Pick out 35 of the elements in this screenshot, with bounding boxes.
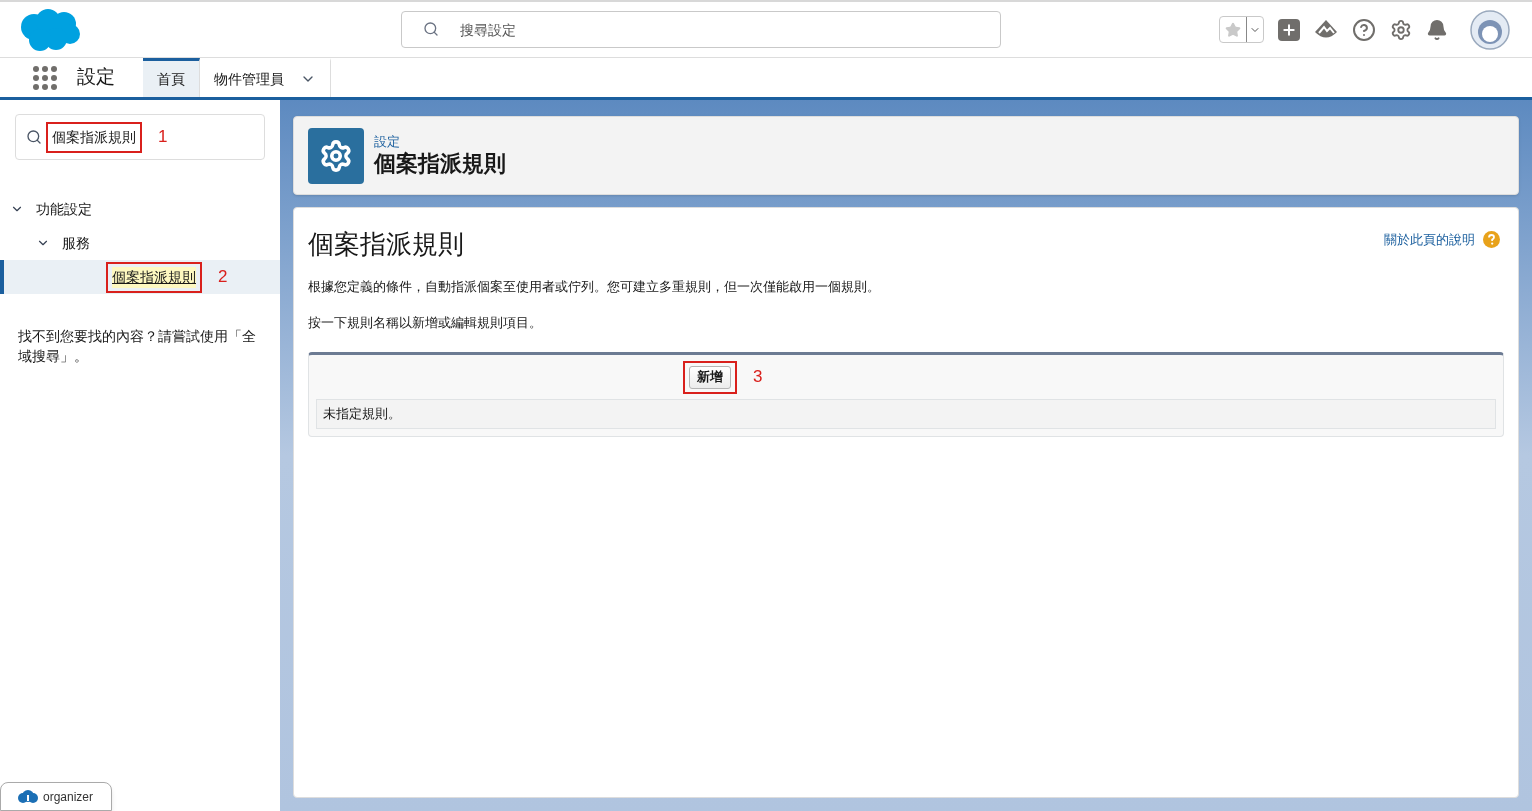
cloud-logo[interactable] <box>18 6 82 53</box>
app-launcher-icon[interactable] <box>33 65 57 90</box>
app-name: 設定 <box>77 65 115 90</box>
page-title: 個案指派規則 <box>374 149 506 178</box>
gear-icon <box>308 127 364 184</box>
help-link[interactable]: 關於此頁的說明 <box>1384 230 1475 250</box>
search-icon <box>422 21 439 37</box>
bell-icon[interactable] <box>1426 18 1448 41</box>
empty-message: 未指定規則。 <box>316 399 1496 429</box>
description-text: 根據您定義的條件，自動指派個案至使用者或佇列。您可建立多重規則，但一次僅能啟用一個規則。 <box>308 278 881 296</box>
star-icon <box>1225 21 1241 38</box>
nav-tab[interactable]: 首頁 <box>143 58 200 97</box>
tree-item[interactable]: 功能設定 <box>36 198 92 220</box>
organizer-tab[interactable]: organizer <box>0 782 112 811</box>
quick-find-field[interactable]: 個案指派規則 1 <box>15 114 265 160</box>
quick-find-value: 個案指派規則 <box>52 127 136 147</box>
description-text: 按一下規則名稱以新增或編輯規則項目。 <box>308 314 543 332</box>
cloud-icon <box>17 789 39 804</box>
new-button[interactable]: 新增 <box>689 365 731 389</box>
search-icon <box>26 129 42 145</box>
nav-tab[interactable]: 物件管理員 <box>200 58 331 97</box>
annotation-number: 2 <box>218 266 228 289</box>
favorites-button[interactable] <box>1219 16 1264 43</box>
add-icon[interactable] <box>1278 18 1300 41</box>
tree-item[interactable]: 服務 <box>62 232 90 254</box>
content-title: 個案指派規則 <box>308 228 464 260</box>
avatar-icon[interactable] <box>1470 9 1510 50</box>
help-icon[interactable] <box>1352 17 1376 42</box>
annotation-number: 3 <box>753 366 763 389</box>
tree-link[interactable]: 個案指派規則 <box>112 266 196 288</box>
search-hint: 找不到您要找的內容？請嘗試使用「全域搜尋」。 <box>17 327 257 366</box>
settings-icon[interactable] <box>1390 18 1412 41</box>
breadcrumb: 設定 <box>374 133 401 150</box>
search-field[interactable]: 搜尋設定 <box>400 11 1001 48</box>
annotation-number: 1 <box>158 126 168 149</box>
